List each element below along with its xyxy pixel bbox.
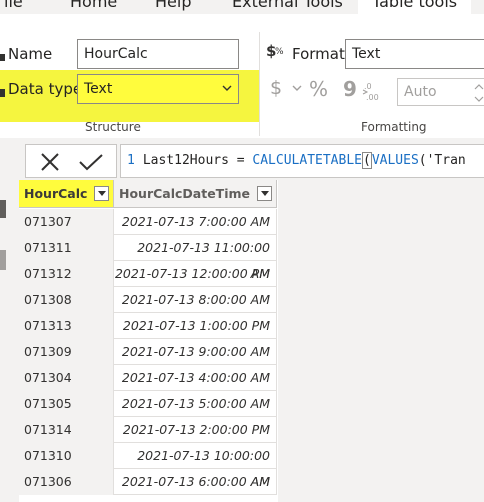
formula-actions: [25, 144, 117, 178]
name-label: Name: [8, 45, 53, 63]
decimal-decrease-icon[interactable]: .0.00: [362, 80, 386, 106]
formula-bar: 1 Last12Hours = CALCULATETABLE(VALUES('Tr…: [0, 138, 484, 178]
cell-hourcalcdatetime: 2021-07-13 1:00:00 PM: [114, 313, 277, 339]
format-label: Format: [292, 45, 345, 63]
close-icon[interactable]: [40, 152, 60, 176]
filter-dropdown-icon[interactable]: [94, 186, 109, 201]
checkmark-icon[interactable]: [78, 152, 104, 176]
formatting-group-label: Formatting: [361, 120, 427, 134]
name-input[interactable]: HourCalc: [77, 39, 239, 69]
spinner-icon[interactable]: [474, 81, 484, 114]
formula-paren: (: [361, 152, 372, 169]
currency-chevron-down-icon[interactable]: [292, 80, 302, 99]
format-icon: $%: [266, 41, 288, 67]
cell-hourcalcdatetime: 2021-07-13 11:00:00 AM: [114, 235, 277, 281]
cell-hourcalc: 071313: [19, 313, 114, 339]
comma-button[interactable]: 9: [343, 77, 357, 101]
tab-table-tools[interactable]: Table tools: [358, 0, 472, 14]
column-header-hourcalc[interactable]: HourCalc: [19, 180, 114, 208]
cell-hourcalc: 071307: [19, 209, 114, 235]
decimal-places-placeholder: Auto: [404, 84, 437, 100]
structure-group-label: Structure: [85, 120, 141, 134]
cell-hourcalc: 071308: [19, 287, 114, 313]
column-header-label: HourCalc: [24, 186, 88, 201]
table-row[interactable]: 071304 2021-07-13 4:00:00 AM: [19, 365, 277, 391]
cell-hourcalc: 071306: [19, 469, 114, 495]
table-row[interactable]: 071312 2021-07-13 12:00:00 PM: [19, 261, 277, 287]
table-row[interactable]: 071307 2021-07-13 7:00:00 AM: [19, 209, 277, 235]
ribbon-tab-bar: ile Home Help External Tools Table tools: [0, 0, 484, 14]
filter-dropdown-icon[interactable]: [257, 186, 272, 201]
percent-button[interactable]: %: [309, 77, 328, 101]
datatype-icon: [0, 84, 6, 103]
svg-text:.0: .0: [364, 82, 372, 91]
cell-hourcalc: 071314: [19, 417, 114, 443]
datatype-label: Data type: [8, 80, 83, 98]
cell-hourcalc: 071304: [19, 365, 114, 391]
data-table: HourCalc HourCalcDateTime 071307 2021-07-…: [19, 180, 278, 502]
table-row[interactable]: 071311 2021-07-13 11:00:00 AM: [19, 235, 277, 281]
model-view-icon[interactable]: [0, 250, 6, 270]
cell-hourcalcdatetime: 2021-07-13 10:00:00 AM: [114, 443, 277, 489]
cell-hourcalcdatetime: 2021-07-13 5:00:00 AM: [114, 391, 277, 417]
cell-hourcalcdatetime: 2021-07-13 9:00:00 AM: [114, 339, 277, 365]
cell-hourcalcdatetime: 2021-07-13 8:00:00 AM: [114, 287, 277, 313]
cell-hourcalc: 071305: [19, 391, 114, 417]
group-separator: [259, 32, 260, 136]
cell-hourcalcdatetime: 2021-07-13 6:00:00 AM: [114, 469, 277, 495]
cell-hourcalcdatetime: 2021-07-13 4:00:00 AM: [114, 365, 277, 391]
chevron-down-icon: [222, 75, 232, 113]
cell-hourcalcdatetime: 2021-07-13 2:00:00 PM: [114, 417, 277, 443]
decimal-places-input[interactable]: Auto: [397, 78, 484, 106]
cell-hourcalc: 071312: [19, 261, 114, 287]
table-row[interactable]: 071309 2021-07-13 9:00:00 AM: [19, 339, 277, 365]
formula-expression[interactable]: 1 Last12Hours = CALCULATETABLE(VALUES('Tr…: [120, 144, 484, 178]
formula-prefix: Last12Hours =: [142, 153, 253, 168]
tab-home[interactable]: Home: [70, 0, 117, 11]
datatype-value: Text: [84, 81, 113, 97]
cell-hourcalc: 071309: [19, 339, 114, 365]
format-select[interactable]: Text: [345, 39, 484, 69]
formula-func-calculatetable: CALCULATETABLE: [252, 153, 362, 168]
svg-text:%: %: [275, 47, 284, 57]
datatype-select[interactable]: Text: [77, 74, 239, 104]
table-row[interactable]: 071308 2021-07-13 8:00:00 AM: [19, 287, 277, 313]
name-icon: [0, 47, 6, 61]
column-header-label: HourCalcDateTime: [119, 186, 250, 201]
table-row[interactable]: 071313 2021-07-13 1:00:00 PM: [19, 313, 277, 339]
tab-external-tools[interactable]: External Tools: [232, 0, 343, 11]
tab-file[interactable]: ile: [4, 0, 23, 11]
tab-help[interactable]: Help: [155, 0, 191, 11]
data-view-icon[interactable]: [0, 200, 6, 218]
formula-func-values: VALUES: [371, 153, 419, 168]
cell-hourcalcdatetime: 2021-07-13 12:00:00 PM: [114, 261, 277, 287]
ribbon-panel: Name HourCalc Data type Text Structure $…: [0, 14, 484, 138]
table-row[interactable]: 071314 2021-07-13 2:00:00 PM: [19, 417, 277, 443]
cell-hourcalc: 071311: [19, 235, 114, 261]
column-header-hourcalcdatetime[interactable]: HourCalcDateTime: [114, 180, 277, 208]
table-row[interactable]: 071306 2021-07-13 6:00:00 AM: [19, 469, 277, 495]
table-row[interactable]: 071310 2021-07-13 10:00:00 AM: [19, 443, 277, 489]
cell-hourcalc: 071310: [19, 443, 114, 469]
formula-rest: ('Tran: [418, 153, 466, 168]
currency-button[interactable]: $: [270, 77, 282, 99]
cell-hourcalcdatetime: 2021-07-13 7:00:00 AM: [114, 209, 277, 235]
formula-line-number: 1: [127, 153, 135, 168]
table-row[interactable]: 071305 2021-07-13 5:00:00 AM: [19, 391, 277, 417]
svg-text:.00: .00: [366, 93, 379, 102]
